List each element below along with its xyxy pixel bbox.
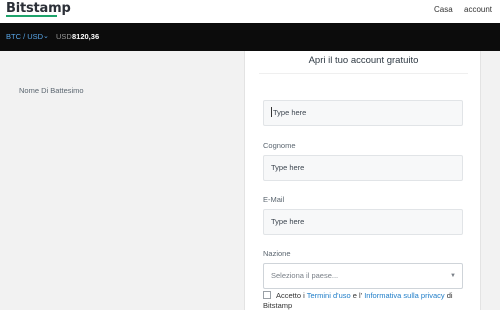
- signup-title: Apri il tuo account gratuito: [308, 55, 419, 66]
- terms-middle: e l': [352, 291, 363, 300]
- first-name-placeholder: Type here: [273, 108, 307, 117]
- country-label: Nazione: [263, 249, 291, 258]
- email-label: E-Mail: [263, 195, 285, 204]
- last-name-label: Cognome: [263, 141, 296, 150]
- price-value: 8120,36: [72, 32, 100, 41]
- top-bar: Bitstamp Casa account: [0, 0, 500, 23]
- first-name-label: Nome Di Battesimo: [19, 86, 84, 95]
- terms-agreement: Accetto i Termini d'uso e l' Informativa…: [263, 291, 473, 310]
- currency-pair-selector[interactable]: BTC / USD: [6, 32, 43, 41]
- caret-down-icon: ▼: [450, 273, 456, 279]
- terms-prefix: Accetto i: [276, 291, 305, 300]
- terms-checkbox[interactable]: [263, 291, 271, 299]
- price-currency: USD: [56, 32, 72, 41]
- price-ticker-bar: BTC / USD ⌄ USD 8120,36: [0, 23, 500, 51]
- country-select-value: Seleziona il paese...: [271, 271, 339, 280]
- nav-link-home[interactable]: Casa: [434, 5, 453, 14]
- last-name-field[interactable]: Type here: [263, 155, 463, 181]
- terms-of-use-link[interactable]: Termini d'uso: [307, 291, 351, 300]
- text-cursor: [271, 107, 272, 117]
- email-field[interactable]: Type here: [263, 209, 463, 235]
- country-select[interactable]: Seleziona il paese... ▼: [263, 263, 463, 289]
- privacy-policy-link[interactable]: Informativa sulla privacy: [364, 291, 444, 300]
- first-name-field[interactable]: Type here: [263, 100, 463, 126]
- logo-underline: [6, 15, 57, 17]
- nav-link-account[interactable]: account: [464, 5, 492, 14]
- bitstamp-logo[interactable]: Bitstamp: [6, 1, 71, 16]
- chevron-down-icon[interactable]: ⌄: [43, 32, 49, 40]
- title-divider: [259, 73, 468, 74]
